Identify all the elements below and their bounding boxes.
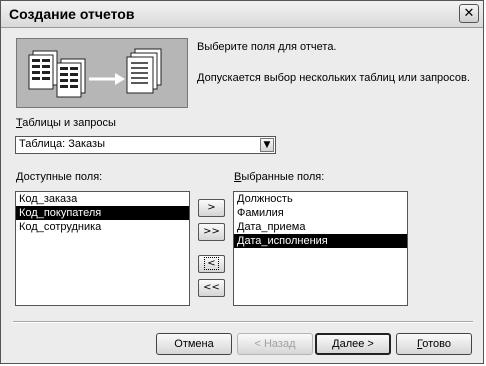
- list-item[interactable]: Фамилия: [234, 206, 407, 220]
- list-item[interactable]: Должность: [234, 192, 407, 206]
- finish-button[interactable]: Готово: [396, 333, 472, 355]
- tables-to-report-icon: [28, 48, 162, 98]
- available-fields-label: Доступные поля:: [16, 171, 103, 183]
- selected-fields-label: Выбранные поля:: [234, 171, 325, 183]
- tables-queries-label: Таблицы и запросы: [16, 117, 116, 129]
- cancel-button[interactable]: Отмена: [156, 333, 232, 355]
- add-field-button[interactable]: >: [198, 199, 225, 217]
- wizard-illustration: [16, 38, 188, 108]
- list-item[interactable]: Дата_исполнения: [234, 234, 407, 248]
- list-item[interactable]: Дата_приема: [234, 220, 407, 234]
- remove-field-button[interactable]: <: [198, 255, 225, 273]
- tables-queries-combobox[interactable]: Таблица: Заказы ▼: [15, 136, 276, 154]
- instruction-text: Выберите поля для отчета.: [197, 41, 337, 53]
- back-button[interactable]: < Назад: [237, 333, 313, 355]
- remove-all-fields-button[interactable]: <<: [198, 279, 225, 297]
- dropdown-button[interactable]: ▼: [260, 138, 274, 152]
- list-item[interactable]: Код_заказа: [16, 192, 189, 206]
- combobox-value: Таблица: Заказы: [19, 138, 106, 150]
- list-item[interactable]: Код_сотрудника: [16, 220, 189, 234]
- close-icon: ✕: [463, 6, 475, 21]
- next-button[interactable]: Далее >: [315, 333, 391, 355]
- available-fields-list[interactable]: Код_заказа Код_покупателя Код_сотрудника: [15, 191, 190, 306]
- window-title: Создание отчетов: [9, 6, 135, 22]
- hint-text: Допускается выбор нескольких таблиц или …: [197, 72, 470, 84]
- close-button[interactable]: ✕: [459, 4, 479, 23]
- add-all-fields-button[interactable]: >>: [198, 223, 225, 241]
- chevron-down-icon: ▼: [263, 140, 271, 150]
- report-wizard-window: Создание отчетов ✕ Выберите поля для отч…: [0, 0, 484, 364]
- list-item[interactable]: Код_покупателя: [16, 206, 189, 220]
- title-bar: Создание отчетов ✕: [1, 1, 483, 28]
- selected-fields-list[interactable]: Должность Фамилия Дата_приема Дата_исполнен…: [233, 191, 408, 306]
- footer-divider: [13, 321, 473, 323]
